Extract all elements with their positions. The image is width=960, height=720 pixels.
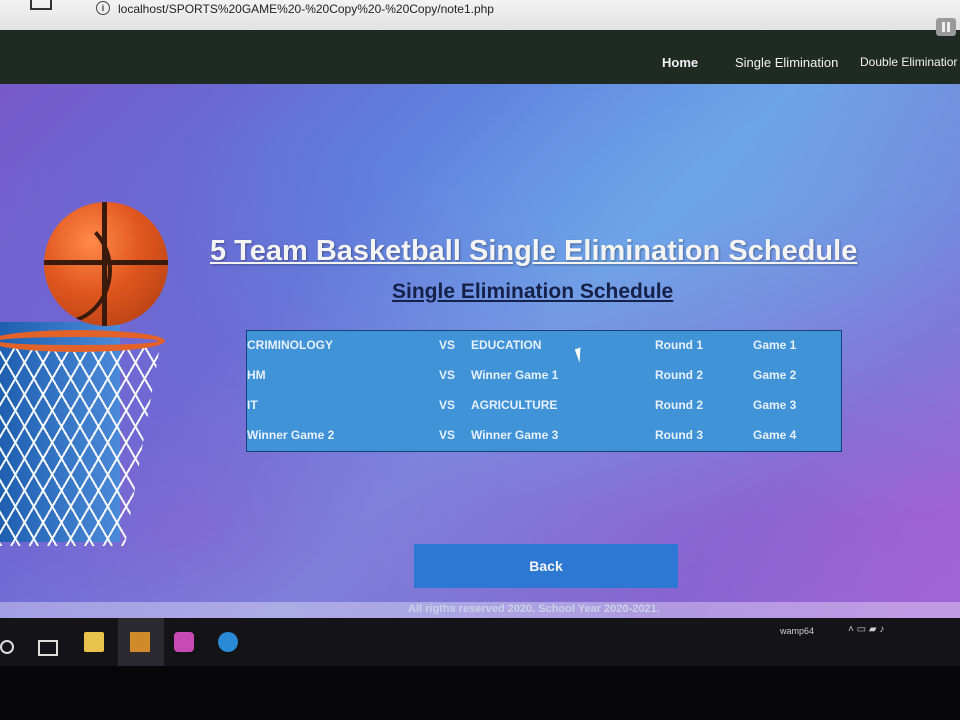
team-b-cell: EDUCATION	[471, 338, 542, 352]
schedule-table: CRIMINOLOGY VS EDUCATION Round 1 Game 1 …	[246, 330, 842, 452]
vs-cell: VS	[439, 368, 456, 382]
round-cell: Round 2	[655, 368, 703, 382]
navbar: Home Single Elimination Double Eliminati…	[0, 30, 960, 84]
info-icon[interactable]: i	[96, 1, 110, 15]
table-row: HM VS Winner Game 1 Round 2 Game 2	[247, 361, 841, 391]
table-row: IT VS AGRICULTURE Round 2 Game 3	[247, 391, 841, 421]
game-cell: Game 1	[753, 338, 797, 352]
team-b-cell: Winner Game 1	[471, 368, 559, 382]
system-tray-icons[interactable]: ˄ ▭ ▰ ♪	[848, 624, 884, 635]
team-b-cell: AGRICULTURE	[471, 398, 558, 412]
round-cell: Round 2	[655, 398, 703, 412]
vs-cell: VS	[439, 338, 456, 352]
search-icon[interactable]	[0, 640, 14, 654]
vs-cell: VS	[439, 398, 456, 412]
game-cell: Game 2	[753, 368, 797, 382]
team-a-cell: HM	[247, 368, 266, 382]
tray-app-label[interactable]: wamp64	[780, 626, 814, 636]
footer-text: All rigths reserved 2020. School Year 20…	[408, 603, 660, 615]
file-explorer-icon[interactable]	[84, 632, 104, 652]
team-a-cell: IT	[247, 398, 258, 412]
media-app-icon[interactable]	[174, 632, 194, 652]
web-page: Home Single Elimination Double Eliminati…	[0, 30, 960, 618]
nav-home-link[interactable]: Home	[662, 55, 698, 70]
browser-app-icon[interactable]	[218, 632, 238, 652]
round-cell: Round 3	[655, 428, 703, 442]
nav-double-elimination-link[interactable]: Double Eliminatior	[860, 55, 957, 69]
windows-taskbar: wamp64 ˄ ▭ ▰ ♪	[0, 618, 960, 666]
reader-view-icon[interactable]	[936, 18, 956, 36]
basketball-net-graphic	[0, 346, 160, 546]
home-icon[interactable]	[30, 0, 52, 10]
nav-single-elimination-link[interactable]: Single Elimination	[735, 55, 838, 70]
schedule-subtitle: Single Elimination Schedule	[392, 280, 674, 303]
editor-app-icon[interactable]	[130, 632, 150, 652]
task-view-icon[interactable]	[38, 640, 58, 656]
team-a-cell: CRIMINOLOGY	[247, 338, 333, 352]
table-row: Winner Game 2 VS Winner Game 3 Round 3 G…	[247, 421, 841, 451]
monitor-bezel	[0, 666, 960, 720]
game-cell: Game 3	[753, 398, 797, 412]
round-cell: Round 1	[655, 338, 703, 352]
address-bar[interactable]: localhost/SPORTS%20GAME%20-%20Copy%20-%2…	[118, 2, 494, 16]
vs-cell: VS	[439, 428, 456, 442]
browser-toolbar: i localhost/SPORTS%20GAME%20-%20Copy%20-…	[0, 0, 960, 31]
page-title: 5 Team Basketball Single Elimination Sch…	[210, 235, 858, 267]
team-b-cell: Winner Game 3	[471, 428, 559, 442]
game-cell: Game 4	[753, 428, 797, 442]
basketball-icon	[44, 202, 168, 326]
team-a-cell: Winner Game 2	[247, 428, 335, 442]
footer-bar: All rigths reserved 2020. School Year 20…	[0, 602, 960, 618]
table-row: CRIMINOLOGY VS EDUCATION Round 1 Game 1	[247, 331, 841, 361]
back-button[interactable]: Back	[414, 544, 678, 588]
